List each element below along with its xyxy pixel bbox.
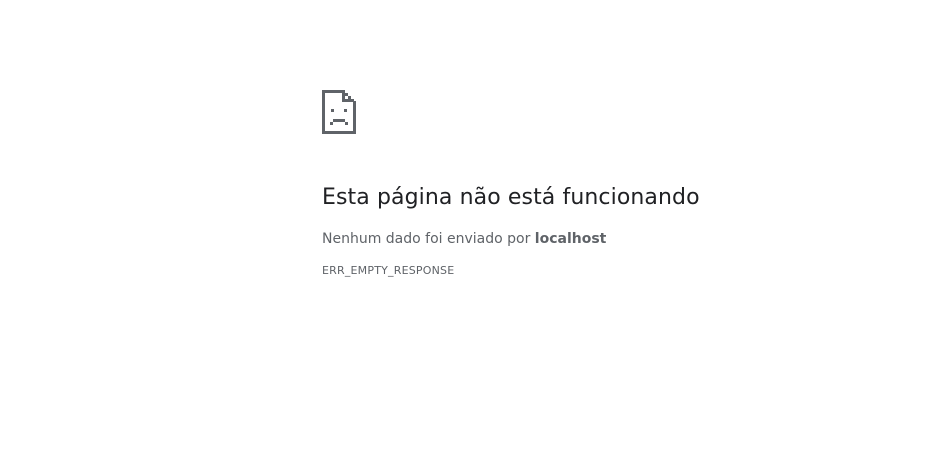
error-details-text: Nenhum dado foi enviado por [322,231,535,247]
host-name: localhost [534,231,607,247]
error-code: ERR_EMPTY_RESPONSE [322,264,455,277]
sad-document-icon [322,90,358,134]
error-content: Esta página não está funcionando Nenhum … [322,90,882,279]
page-title: Esta página não está funcionando [322,185,700,210]
error-details: Nenhum dado foi enviado por localhost [322,229,882,249]
error-page: Esta página não está funcionando Nenhum … [0,0,951,471]
